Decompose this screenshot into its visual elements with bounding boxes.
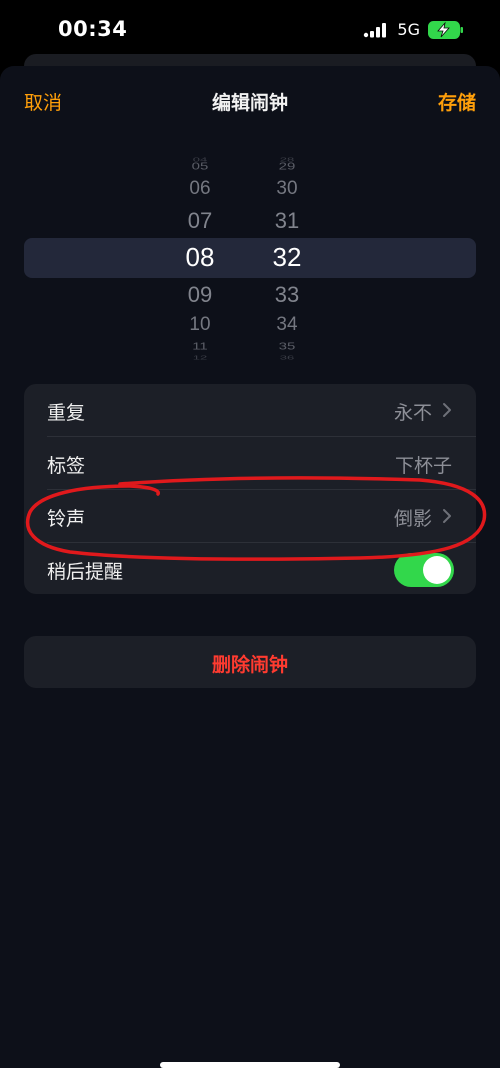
hour-wheel[interactable]: 04 05 06 07 08 09 10 11 12 bbox=[170, 150, 230, 365]
time-picker[interactable]: 04 05 06 07 08 09 10 11 12 28 29 30 31 3… bbox=[0, 150, 500, 365]
page-title: 编辑闹钟 bbox=[211, 92, 288, 114]
alarm-settings-group: 重复 永不 标签 下杯子 铃声 倒影 稍后提醒 bbox=[24, 384, 476, 594]
home-indicator[interactable] bbox=[160, 1062, 340, 1068]
minute-wheel[interactable]: 28 29 30 31 32 33 34 35 36 bbox=[257, 150, 317, 365]
minute-option: 31 bbox=[274, 208, 300, 233]
repeat-value: 永不 bbox=[393, 402, 432, 424]
hour-option: 06 bbox=[189, 178, 211, 199]
minute-option: 33 bbox=[274, 282, 300, 307]
hour-option: 10 bbox=[189, 314, 211, 335]
hour-option: 05 bbox=[191, 160, 209, 173]
hour-option: 07 bbox=[187, 208, 213, 233]
chevron-right-icon bbox=[443, 403, 451, 417]
label-row[interactable]: 标签 下杯子 bbox=[24, 437, 476, 489]
delete-alarm-button[interactable]: 删除闹钟 bbox=[24, 636, 476, 688]
network-label: 5G bbox=[397, 20, 420, 39]
selected-hour: 08 bbox=[185, 242, 215, 272]
hour-option: 09 bbox=[187, 282, 213, 307]
label-label: 标签 bbox=[47, 455, 86, 477]
toggle-knob bbox=[423, 556, 451, 584]
signal-icon bbox=[364, 22, 387, 37]
snooze-row: 稍后提醒 bbox=[24, 543, 476, 594]
minute-option: 30 bbox=[276, 178, 298, 199]
delete-alarm-label: 删除闹钟 bbox=[211, 654, 288, 676]
snooze-label: 稍后提醒 bbox=[47, 561, 124, 583]
chevron-right-icon bbox=[443, 509, 451, 523]
hour-option: 12 bbox=[192, 354, 208, 361]
selected-minute: 32 bbox=[272, 242, 302, 272]
minute-option: 35 bbox=[278, 340, 296, 353]
minute-option: 36 bbox=[279, 354, 295, 361]
repeat-row[interactable]: 重复 永不 bbox=[24, 384, 476, 436]
picker-selection-highlight bbox=[24, 238, 476, 278]
status-time: 00:34 bbox=[58, 17, 128, 41]
status-bar: 00:34 5G bbox=[0, 0, 500, 60]
battery-charging-icon bbox=[428, 20, 463, 39]
sound-row[interactable]: 铃声 倒影 bbox=[24, 490, 476, 542]
save-button[interactable]: 存储 bbox=[438, 88, 476, 115]
sound-value: 倒影 bbox=[393, 508, 432, 530]
minute-option: 29 bbox=[278, 160, 296, 173]
minute-option: 34 bbox=[276, 314, 298, 335]
status-icons: 5G bbox=[363, 20, 464, 39]
repeat-label: 重复 bbox=[47, 402, 86, 424]
nav-bar: 取消 编辑闹钟 存储 bbox=[0, 66, 500, 132]
hour-option: 11 bbox=[192, 340, 208, 353]
label-value[interactable]: 下杯子 bbox=[395, 451, 452, 478]
snooze-toggle[interactable] bbox=[394, 553, 454, 587]
sound-label: 铃声 bbox=[47, 508, 86, 530]
